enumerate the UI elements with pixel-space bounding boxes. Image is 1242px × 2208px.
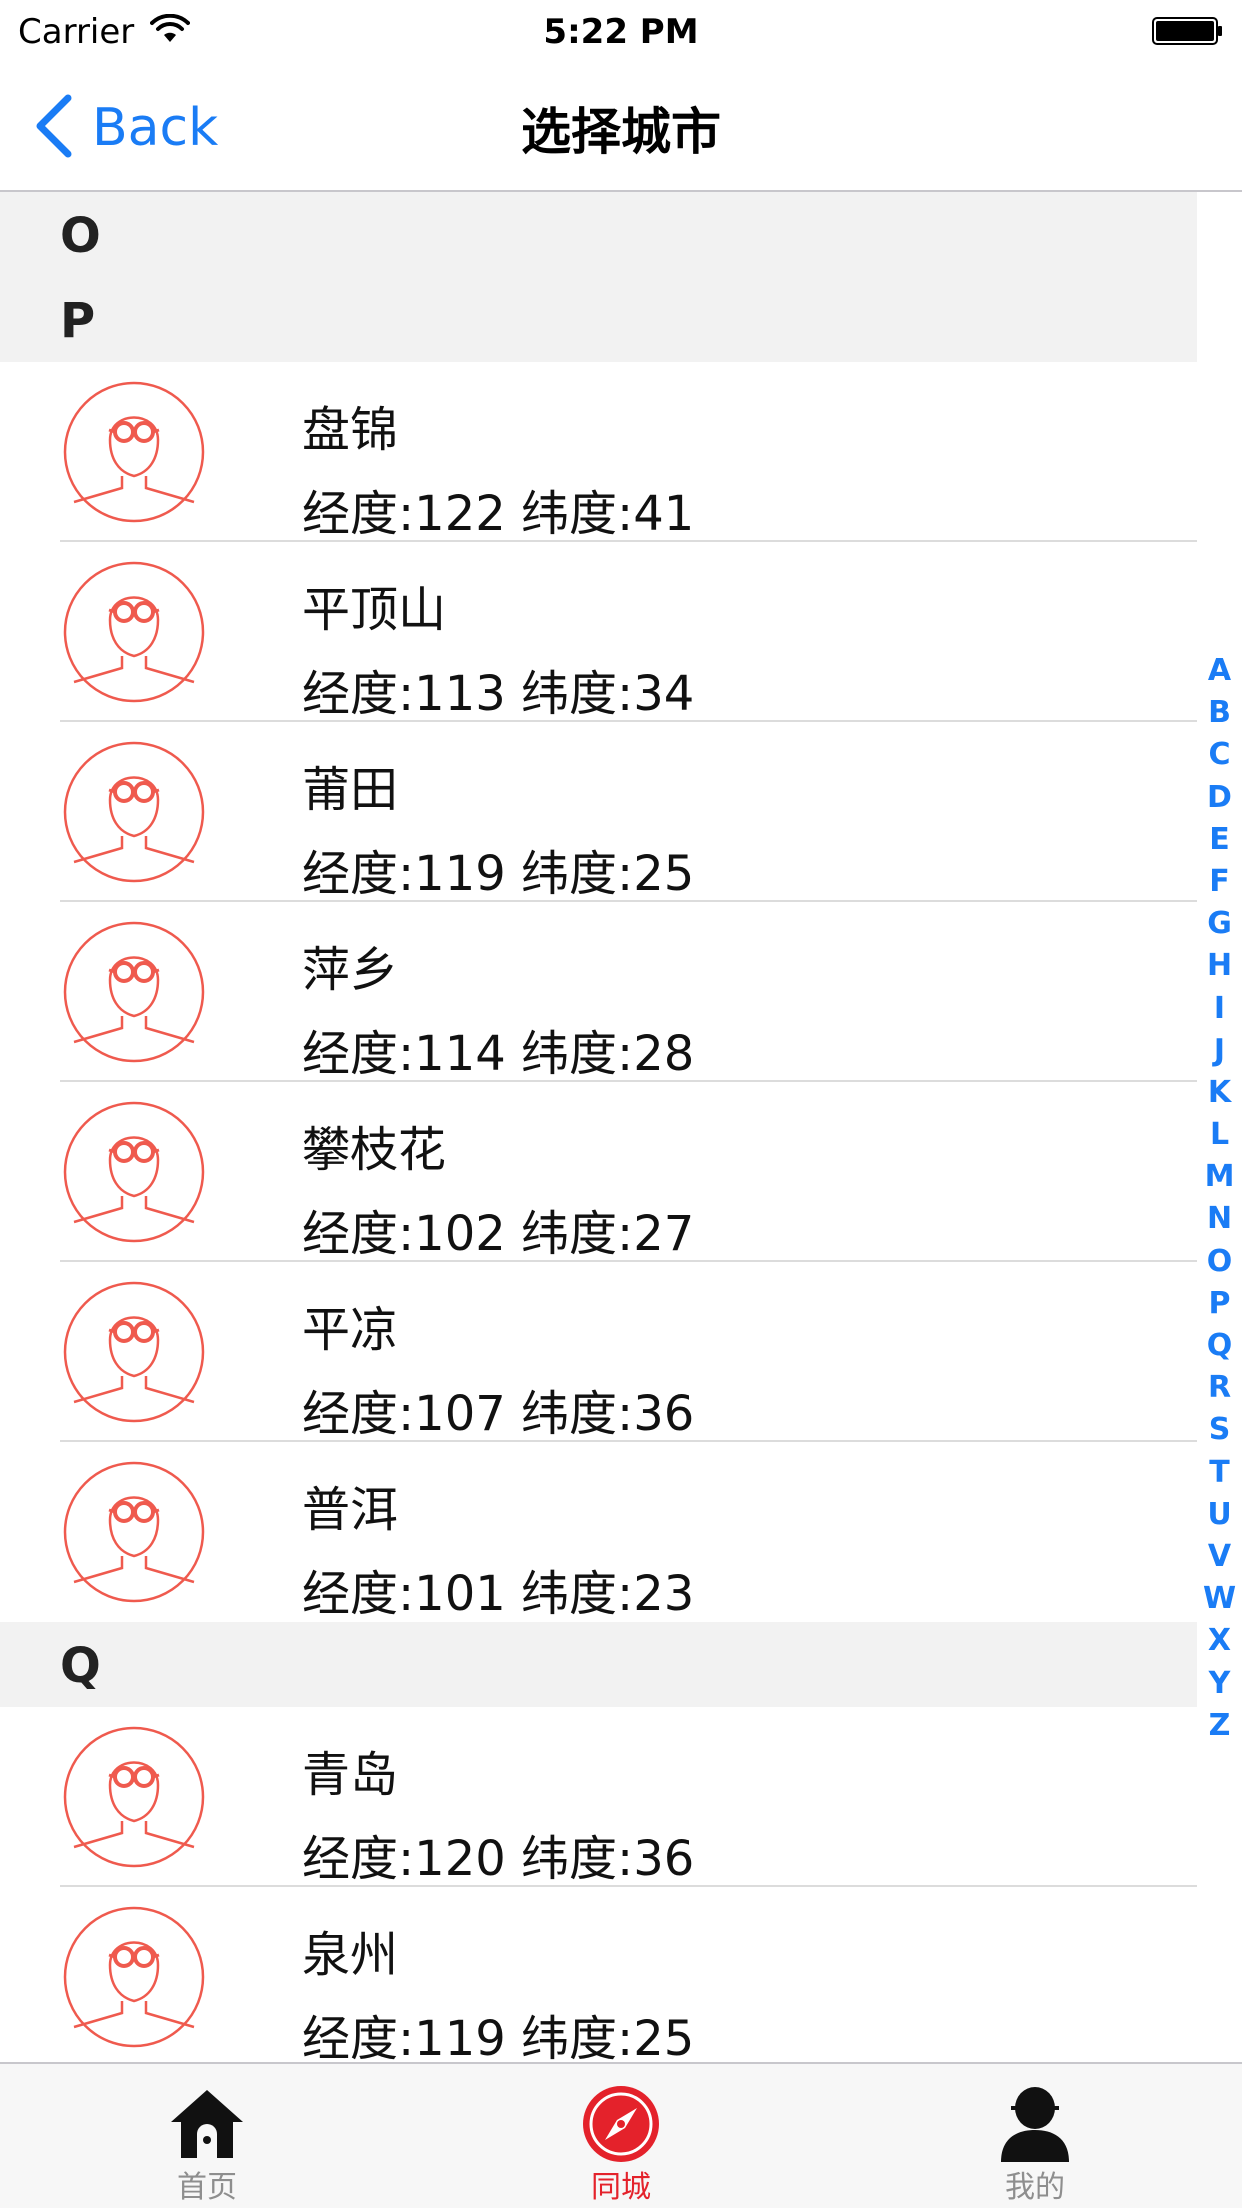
index-letter-x[interactable]: X: [1197, 1620, 1242, 1662]
screen: Carrier 5:22 PM Back 选择城市 O P 盘锦 经度:122 …: [0, 0, 1242, 2208]
city-coordinates: 经度:102 纬度:27: [302, 1206, 695, 1262]
index-letter-o[interactable]: O: [1197, 1241, 1242, 1283]
section-letter: O: [60, 208, 101, 264]
avatar-glasses-icon: [63, 1281, 205, 1423]
tab-mine[interactable]: 我的: [828, 2064, 1242, 2208]
city-coordinates: 经度:107 纬度:36: [302, 1386, 695, 1442]
index-letter-y[interactable]: Y: [1197, 1663, 1242, 1705]
tab-label: 首页: [177, 2170, 237, 2205]
index-letter-p[interactable]: P: [1197, 1283, 1242, 1325]
city-name: 青岛: [302, 1747, 399, 1803]
clock: 5:22 PM: [543, 12, 699, 52]
index-letter-z[interactable]: Z: [1197, 1705, 1242, 1747]
index-letter-i[interactable]: I: [1197, 988, 1242, 1030]
avatar-glasses-icon: [63, 1101, 205, 1243]
index-letter-q[interactable]: Q: [1197, 1325, 1242, 1367]
city-coordinates: 经度:101 纬度:23: [302, 1566, 695, 1622]
avatar-glasses-icon: [63, 381, 205, 523]
city-coordinates: 经度:119 纬度:25: [302, 846, 695, 902]
status-bar: Carrier 5:22 PM: [0, 0, 1242, 62]
index-letter-b[interactable]: B: [1197, 692, 1242, 734]
alphabet-index-bar[interactable]: A B C D E F G H I J K L M N O P Q R S T …: [1197, 650, 1242, 1747]
page-title: 选择城市: [521, 103, 721, 161]
avatar-glasses-icon: [63, 921, 205, 1063]
index-letter-v[interactable]: V: [1197, 1536, 1242, 1578]
city-row[interactable]: 青岛 经度:120 纬度:36: [0, 1707, 1197, 1887]
section-header-q: Q: [0, 1622, 1197, 1707]
tab-local[interactable]: 同城: [414, 2064, 828, 2208]
index-letter-m[interactable]: M: [1197, 1156, 1242, 1198]
index-letter-w[interactable]: W: [1197, 1578, 1242, 1620]
battery-icon: [1152, 17, 1222, 45]
city-name: 盘锦: [302, 402, 399, 458]
city-name: 攀枝花: [302, 1122, 447, 1178]
index-letter-s[interactable]: S: [1197, 1409, 1242, 1451]
avatar-glasses-icon: [63, 741, 205, 883]
avatar-glasses-icon: [63, 1726, 205, 1868]
navigation-bar: Back 选择城市: [0, 62, 1242, 192]
city-name: 萍乡: [302, 942, 399, 998]
home-icon: [171, 2090, 243, 2158]
city-name: 泉州: [302, 1927, 399, 1983]
section-header-p: P: [0, 277, 1197, 362]
avatar-glasses-icon: [63, 1906, 205, 2048]
section-header-o: O: [0, 192, 1197, 277]
index-letter-t[interactable]: T: [1197, 1452, 1242, 1494]
city-list: O P 盘锦 经度:122 纬度:41 平顶山 经度:113 纬度:34 莆田 …: [0, 192, 1242, 2062]
index-letter-n[interactable]: N: [1197, 1198, 1242, 1240]
index-letter-d[interactable]: D: [1197, 777, 1242, 819]
avatar-glasses-icon: [63, 1461, 205, 1603]
section-letter: P: [60, 293, 96, 349]
city-coordinates: 经度:113 纬度:34: [302, 666, 695, 722]
city-row[interactable]: 萍乡 经度:114 纬度:28: [0, 902, 1197, 1082]
tab-home[interactable]: 首页: [0, 2064, 414, 2208]
avatar-glasses-icon: [63, 561, 205, 703]
tab-label: 我的: [1005, 2170, 1065, 2205]
index-letter-f[interactable]: F: [1197, 861, 1242, 903]
city-name: 普洱: [302, 1482, 399, 1538]
index-letter-a[interactable]: A: [1197, 650, 1242, 692]
section-letter: Q: [60, 1638, 101, 1694]
index-letter-l[interactable]: L: [1197, 1114, 1242, 1156]
city-coordinates: 经度:114 纬度:28: [302, 1026, 695, 1082]
index-letter-j[interactable]: J: [1197, 1030, 1242, 1072]
city-row[interactable]: 攀枝花 经度:102 纬度:27: [0, 1082, 1197, 1262]
index-letter-c[interactable]: C: [1197, 734, 1242, 776]
index-letter-r[interactable]: R: [1197, 1367, 1242, 1409]
city-name: 莆田: [302, 762, 399, 818]
city-row[interactable]: 盘锦 经度:122 纬度:41: [0, 362, 1197, 542]
tab-label: 同城: [591, 2170, 651, 2205]
city-name: 平凉: [302, 1302, 399, 1358]
city-row[interactable]: 莆田 经度:119 纬度:25: [0, 722, 1197, 902]
city-row[interactable]: 普洱 经度:101 纬度:23: [0, 1442, 1197, 1622]
city-coordinates: 经度:120 纬度:36: [302, 1831, 695, 1887]
tab-bar: 首页 同城 我的: [0, 2062, 1242, 2208]
city-row[interactable]: 泉州 经度:119 纬度:25: [0, 1887, 1197, 2062]
city-row[interactable]: 平顶山 经度:113 纬度:34: [0, 542, 1197, 722]
compass-icon: [583, 2086, 659, 2162]
city-name: 平顶山: [302, 582, 447, 638]
index-letter-u[interactable]: U: [1197, 1494, 1242, 1536]
city-coordinates: 经度:119 纬度:25: [302, 2011, 695, 2062]
index-letter-h[interactable]: H: [1197, 945, 1242, 987]
city-row[interactable]: 平凉 经度:107 纬度:36: [0, 1262, 1197, 1442]
person-icon: [1001, 2087, 1069, 2162]
index-letter-e[interactable]: E: [1197, 819, 1242, 861]
index-letter-g[interactable]: G: [1197, 903, 1242, 945]
city-coordinates: 经度:122 纬度:41: [302, 486, 695, 542]
index-letter-k[interactable]: K: [1197, 1072, 1242, 1114]
